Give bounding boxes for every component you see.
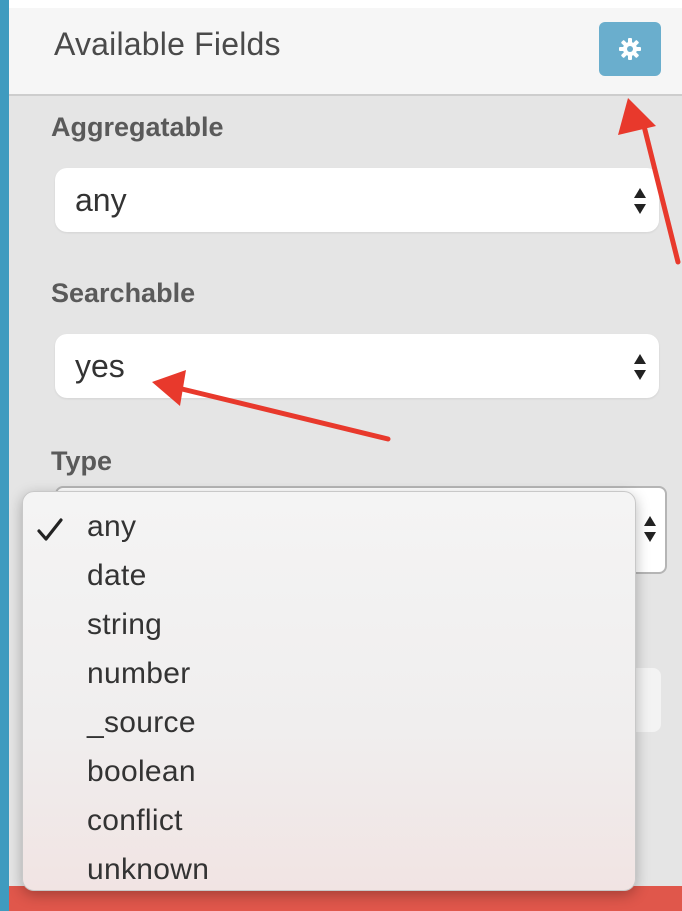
- checkmark-icon: [37, 518, 63, 541]
- type-option-date[interactable]: date: [23, 555, 635, 601]
- option-label: _source: [87, 706, 196, 739]
- settings-button[interactable]: [599, 22, 661, 76]
- searchable-value: yes: [75, 348, 125, 384]
- left-accent-bar: [0, 0, 9, 911]
- searchable-select[interactable]: yes: [55, 334, 659, 398]
- select-arrows-icon: [634, 354, 646, 380]
- type-option-string[interactable]: string: [23, 604, 635, 650]
- aggregatable-label: Aggregatable: [51, 112, 224, 142]
- type-option-conflict[interactable]: conflict: [23, 800, 635, 846]
- panel-header: Available Fields: [9, 8, 682, 96]
- type-option-number[interactable]: number: [23, 653, 635, 699]
- select-arrows-icon: [634, 188, 646, 214]
- searchable-label: Searchable: [51, 278, 196, 308]
- type-option-any[interactable]: any: [23, 506, 635, 552]
- type-option-unknown[interactable]: unknown: [23, 849, 635, 890]
- type-label: Type: [51, 446, 113, 476]
- option-label: date: [87, 559, 147, 592]
- type-dropdown-menu: any date string number _source boolean c…: [22, 491, 636, 891]
- type-option-boolean[interactable]: boolean: [23, 751, 635, 797]
- gear-icon: [619, 38, 641, 60]
- type-option-source[interactable]: _source: [23, 702, 635, 748]
- panel-title: Available Fields: [54, 26, 281, 62]
- option-label: any: [87, 510, 137, 543]
- option-label: number: [87, 657, 191, 690]
- option-label: boolean: [87, 755, 196, 788]
- select-arrows-icon: [644, 516, 656, 542]
- aggregatable-value: any: [75, 182, 127, 218]
- page: Available Fields Aggregatable any Search…: [0, 0, 682, 911]
- option-label: string: [87, 608, 163, 641]
- aggregatable-select[interactable]: any: [55, 168, 659, 232]
- option-label: unknown: [87, 853, 210, 886]
- option-label: conflict: [87, 804, 183, 837]
